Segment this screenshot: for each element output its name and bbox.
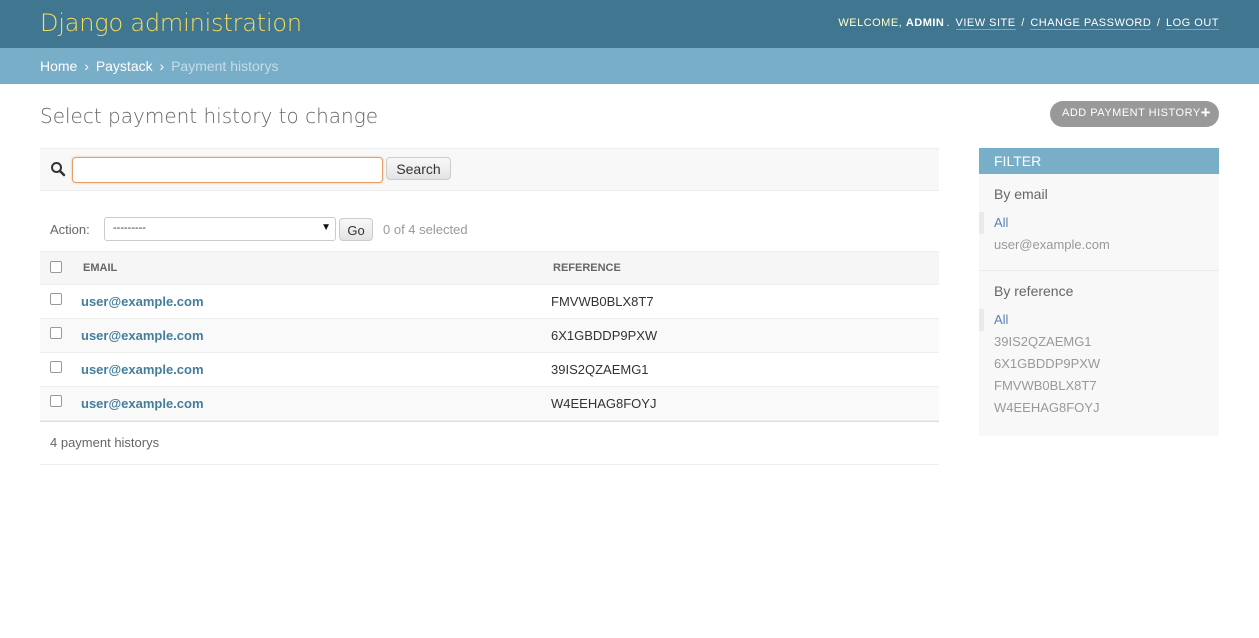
welcome-text: Welcome, xyxy=(838,17,903,29)
add-button-label: Add payment history xyxy=(1062,107,1201,119)
table-row: user@example.com 6X1GBDDP9PXW xyxy=(40,319,939,353)
breadcrumb-current: Payment historys xyxy=(171,58,279,74)
row-checkbox[interactable] xyxy=(50,361,62,373)
filter-panel: Filter By email All user@example.com By … xyxy=(979,148,1219,436)
select-all-checkbox[interactable] xyxy=(50,261,62,273)
filter-title: Filter xyxy=(979,148,1219,174)
row-reference: FMVWB0BLX8T7 xyxy=(551,294,654,309)
column-header-email[interactable]: Email xyxy=(83,262,117,274)
filter-heading: By email xyxy=(994,186,1048,202)
filter-section-reference: By reference All 39IS2QZAEMG1 6X1GBDDP9P… xyxy=(979,271,1219,429)
filter-option[interactable]: 6X1GBDDP9PXW xyxy=(994,353,1204,375)
filter-option[interactable]: FMVWB0BLX8T7 xyxy=(994,375,1204,397)
filter-option[interactable]: All xyxy=(979,309,1204,331)
search-input[interactable] xyxy=(72,157,383,183)
table-header: Email Reference xyxy=(40,251,939,285)
row-reference: W4EEHAG8FOYJ xyxy=(551,396,657,411)
action-counter: 0 of 4 selected xyxy=(383,222,468,237)
search-icon xyxy=(51,162,66,177)
search-button[interactable]: Search xyxy=(386,157,451,180)
filter-option[interactable]: 39IS2QZAEMG1 xyxy=(994,331,1204,353)
change-password-link[interactable]: Change password xyxy=(1030,17,1152,30)
breadcrumb: Home › Paystack › Payment historys xyxy=(0,48,1259,84)
filter-heading: By reference xyxy=(994,283,1074,299)
row-reference: 6X1GBDDP9PXW xyxy=(551,328,658,343)
table-row: user@example.com FMVWB0BLX8T7 xyxy=(40,285,939,319)
plus-icon: + xyxy=(1200,103,1211,122)
paginator: 4 payment historys xyxy=(40,421,939,465)
row-checkbox[interactable] xyxy=(50,395,62,407)
table-row: user@example.com W4EEHAG8FOYJ xyxy=(40,387,939,421)
breadcrumb-home[interactable]: Home xyxy=(40,58,77,74)
filter-option[interactable]: user@example.com xyxy=(994,234,1204,256)
filter-option[interactable]: All xyxy=(979,212,1204,234)
actions-bar: Action: --------- ▼ Go 0 of 4 selected xyxy=(40,214,939,244)
site-branding[interactable]: Django administration xyxy=(40,9,302,37)
log-out-link[interactable]: Log out xyxy=(1165,17,1219,30)
page-title: Select payment history to change xyxy=(40,104,378,128)
header: Django administration Welcome, admin. Vi… xyxy=(0,0,1259,48)
row-checkbox[interactable] xyxy=(50,327,62,339)
filter-section-email: By email All user@example.com xyxy=(979,174,1219,271)
results-table: Email Reference user@example.com FMVWB0B… xyxy=(40,251,939,422)
go-button[interactable]: Go xyxy=(339,218,373,241)
row-email-link[interactable]: user@example.com xyxy=(81,294,204,309)
row-email-link[interactable]: user@example.com xyxy=(81,396,204,411)
row-email-link[interactable]: user@example.com xyxy=(81,328,204,343)
action-select[interactable]: --------- ▼ xyxy=(104,217,336,241)
username: admin xyxy=(905,17,945,29)
row-email-link[interactable]: user@example.com xyxy=(81,362,204,377)
row-reference: 39IS2QZAEMG1 xyxy=(551,362,649,377)
row-checkbox[interactable] xyxy=(50,293,62,305)
column-header-reference[interactable]: Reference xyxy=(553,262,621,274)
action-label: Action: xyxy=(50,222,90,237)
action-select-value: --------- xyxy=(113,222,146,234)
filter-option[interactable]: W4EEHAG8FOYJ xyxy=(994,397,1204,419)
search-toolbar: Search xyxy=(40,148,939,191)
add-payment-history-button[interactable]: Add payment history + xyxy=(1050,101,1219,127)
table-row: user@example.com 39IS2QZAEMG1 xyxy=(40,353,939,387)
view-site-link[interactable]: View site xyxy=(955,17,1016,30)
dropdown-arrow-icon: ▼ xyxy=(321,222,331,233)
breadcrumb-app[interactable]: Paystack xyxy=(96,58,153,74)
user-tools: Welcome, admin. View site / Change passw… xyxy=(838,17,1219,30)
